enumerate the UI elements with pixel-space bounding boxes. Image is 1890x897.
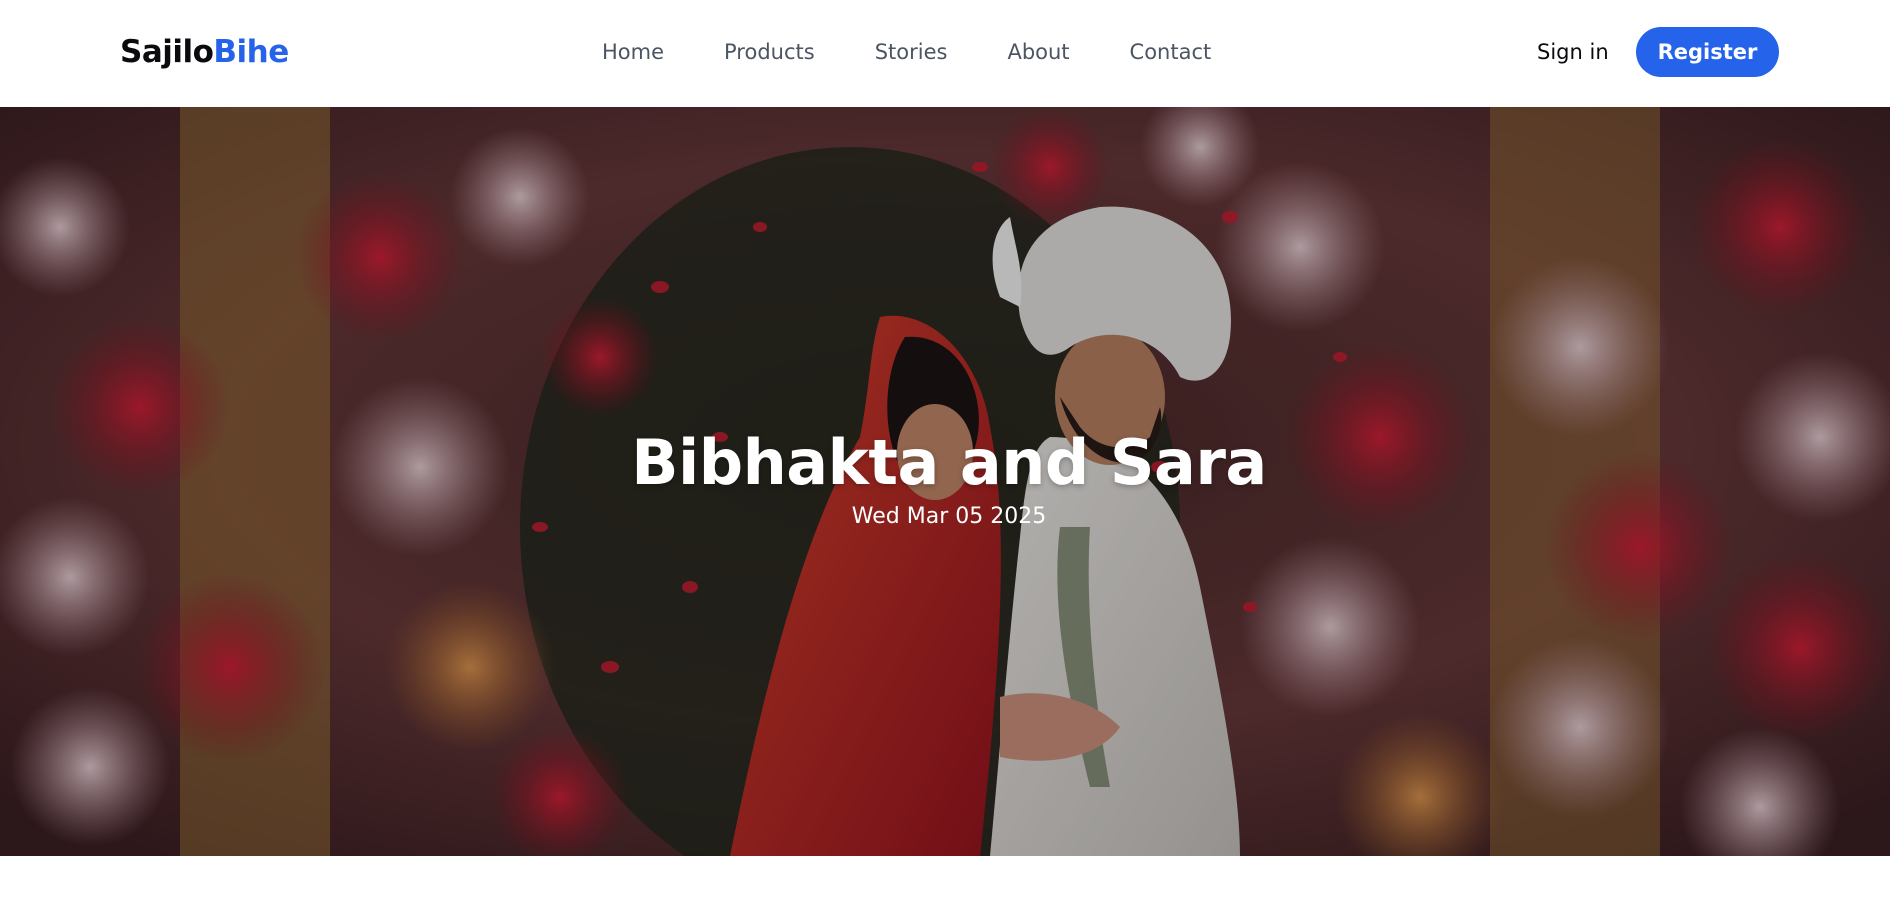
nav-link-contact[interactable]: Contact <box>1130 38 1212 66</box>
main-nav: Home Products Stories About Contact <box>602 38 1211 66</box>
logo-part-2: Bihe <box>213 34 289 70</box>
nav-link-home[interactable]: Home <box>602 38 664 66</box>
top-navbar: SajiloBihe Home Products Stories About C… <box>0 0 1890 107</box>
logo-part-1: Sajilo <box>120 34 214 70</box>
nav-link-about[interactable]: About <box>1007 38 1069 66</box>
nav-link-stories[interactable]: Stories <box>875 38 948 66</box>
nav-link-products[interactable]: Products <box>724 38 815 66</box>
register-button[interactable]: Register <box>1636 27 1779 77</box>
sign-in-link[interactable]: Sign in <box>1537 38 1609 66</box>
page-content-start <box>0 856 1890 897</box>
hero-banner: Bibhakta and Sara Wed Mar 05 2025 <box>0 107 1890 856</box>
brand-logo[interactable]: SajiloBihe <box>120 34 289 70</box>
story-title: Bibhakta and Sara <box>631 426 1267 499</box>
story-date: Wed Mar 05 2025 <box>851 504 1047 529</box>
